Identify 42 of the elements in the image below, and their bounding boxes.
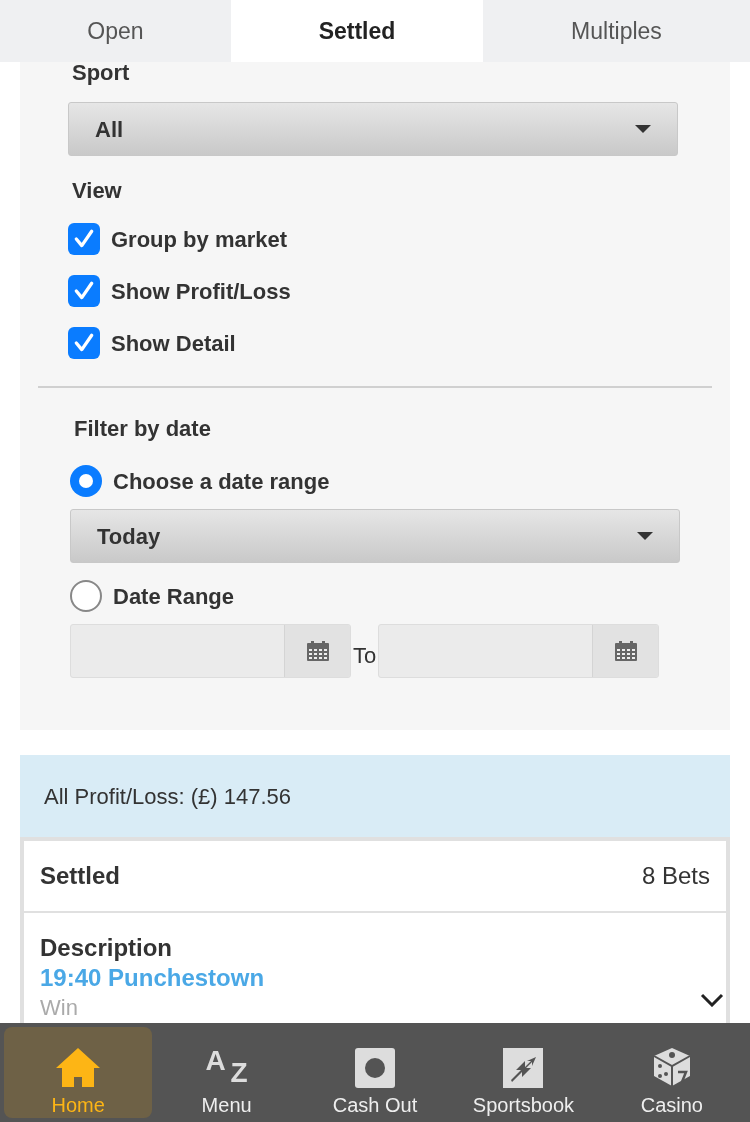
field-label: Sport <box>72 62 130 87</box>
az-icon: A Z <box>205 1046 248 1088</box>
caret-icon <box>637 532 653 540</box>
caret-icon <box>635 125 651 133</box>
nav-tab[interactable]: Casino <box>597 1027 747 1118</box>
profit-loss-summary: All Profit/Loss: (£) 147.56 <box>44 782 291 811</box>
checkmark-icon <box>73 228 95 250</box>
checkbox-label: Group by market <box>111 225 288 254</box>
nav-tab[interactable]: A Z Menu <box>152 1027 301 1118</box>
checkbox[interactable] <box>68 327 100 359</box>
chevron-down-icon[interactable] <box>700 993 724 1007</box>
bet-count: 8 Bets <box>641 861 710 891</box>
radio-button[interactable] <box>70 580 102 612</box>
nav-tab[interactable]: Cash Out <box>300 1027 450 1118</box>
sportsbook-icon <box>503 1048 544 1088</box>
checkbox-label: Show Detail <box>111 329 236 358</box>
nav-tab[interactable]: Sportsbook <box>449 1027 598 1118</box>
dropdown[interactable]: Today <box>70 509 680 563</box>
checkmark-icon <box>73 280 95 302</box>
dropdown[interactable]: All <box>68 102 678 156</box>
calendar-icon <box>614 640 637 662</box>
tab[interactable]: Multiples <box>483 0 750 62</box>
cash-out-icon <box>355 1048 395 1088</box>
home-icon <box>56 1048 101 1088</box>
nav-tab[interactable]: Home <box>4 1027 153 1118</box>
checkbox-label: Show Profit/Loss <box>111 277 291 306</box>
market-text: Win <box>40 994 78 1022</box>
checkbox[interactable] <box>68 223 100 255</box>
date-field[interactable] <box>378 624 660 678</box>
checkbox[interactable] <box>68 275 100 307</box>
field-label: View <box>72 177 122 205</box>
date-field[interactable] <box>70 624 351 678</box>
section-title: Settled <box>40 861 120 891</box>
column-label: Description <box>40 933 173 963</box>
calendar-icon <box>306 640 329 662</box>
to-label: To <box>353 642 377 670</box>
radio-button[interactable] <box>70 465 102 497</box>
radio-label: Date Range <box>113 582 235 611</box>
checkmark-icon <box>73 332 95 354</box>
field-label: Filter by date <box>74 415 211 443</box>
tab[interactable]: Open <box>0 0 231 62</box>
radio-label: Choose a date range <box>113 467 330 496</box>
